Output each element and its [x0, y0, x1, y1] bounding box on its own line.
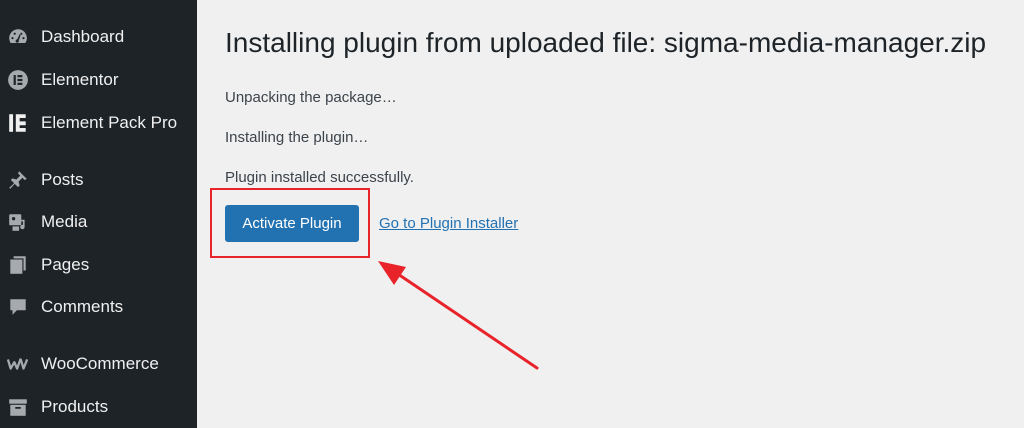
annotation-arrow-icon [378, 261, 539, 370]
